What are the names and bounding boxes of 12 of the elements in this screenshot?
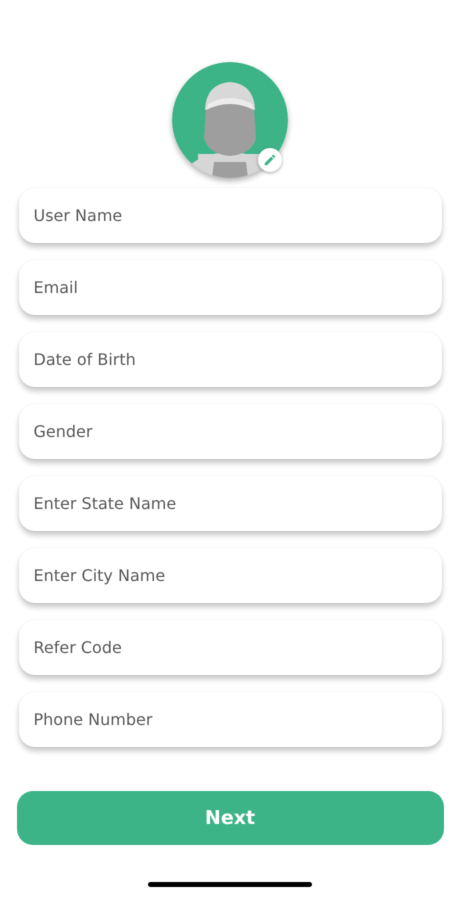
- input-field[interactable]: User Name: [18, 188, 442, 243]
- pencil-icon: [263, 153, 277, 167]
- input-field[interactable]: Enter State Name: [18, 476, 442, 531]
- next-button[interactable]: Next: [16, 791, 444, 845]
- input-field[interactable]: Gender: [18, 404, 442, 459]
- input-field[interactable]: Email: [18, 260, 442, 315]
- input-field[interactable]: Refer Code: [18, 620, 442, 675]
- input-field[interactable]: Phone Number: [18, 692, 442, 747]
- input-field[interactable]: Date of Birth: [18, 332, 442, 387]
- input-field[interactable]: Enter City Name: [18, 548, 442, 603]
- edit-button[interactable]: [258, 148, 282, 172]
- avatar-silhouette[interactable]: [172, 62, 288, 178]
